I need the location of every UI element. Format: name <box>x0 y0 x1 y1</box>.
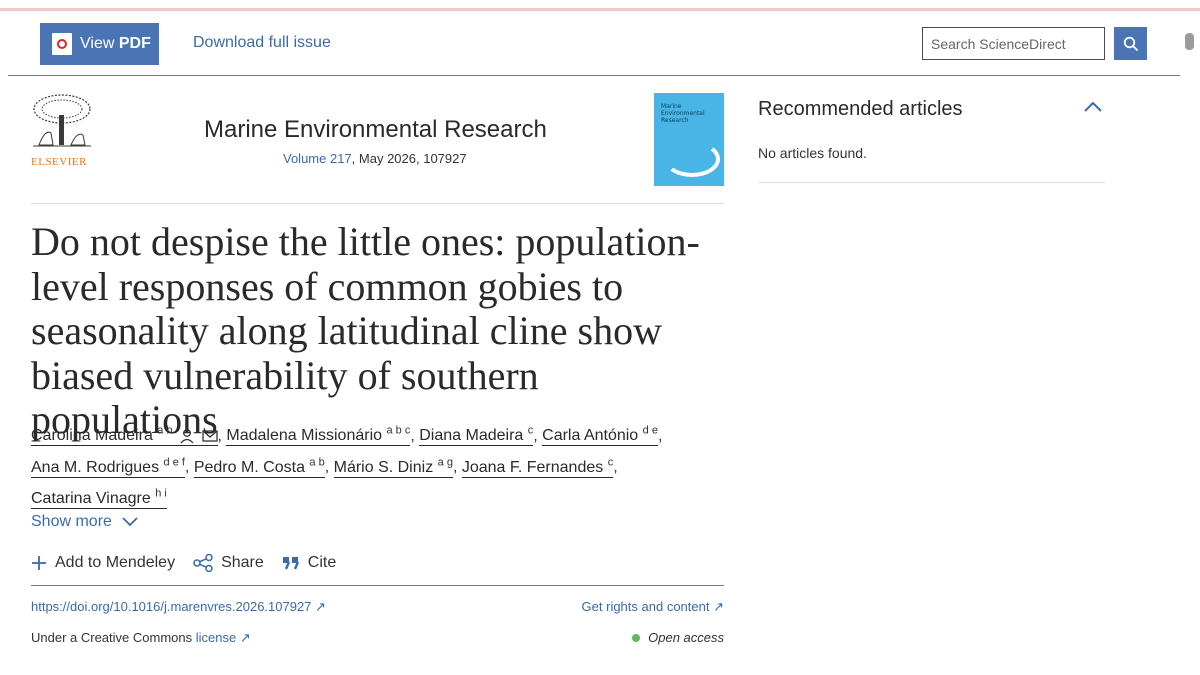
article-title: Do not despise the little ones: populati… <box>31 219 700 442</box>
search-button[interactable] <box>1114 27 1147 60</box>
add-to-mendeley-button[interactable]: Add to Mendeley <box>31 554 175 572</box>
recommended-collapse-button[interactable] <box>1084 100 1102 118</box>
view-pdf-label: View PDF <box>80 35 151 52</box>
quote-icon <box>282 557 299 570</box>
author-link[interactable]: Madalena Missionário a b c <box>226 425 411 447</box>
author-link[interactable]: Pedro M. Costa a b <box>193 456 325 478</box>
journal-title-link[interactable]: Marine Environmental Research <box>204 116 547 144</box>
share-button[interactable]: Share <box>193 554 264 572</box>
author-link[interactable]: Joana F. Fernandes c <box>461 456 614 478</box>
recommended-empty-message: No articles found. <box>758 145 867 161</box>
show-more-label: Show more <box>31 513 112 530</box>
elsevier-logo[interactable]: ELSEVIER <box>31 93 93 168</box>
cite-label: Cite <box>307 554 337 571</box>
author-link[interactable]: Ana M. Rodrigues d e f <box>31 456 185 478</box>
license-prefix: Under a Creative Commons <box>31 630 193 645</box>
top-accent-bar <box>0 8 1200 11</box>
search-input[interactable] <box>922 27 1105 60</box>
license-line: Under a Creative Commons license ↗ <box>31 630 251 646</box>
scrollbar-thumb[interactable] <box>1185 33 1194 50</box>
divider <box>758 182 1105 183</box>
top-toolbar: View PDF Download full issue <box>8 12 1180 76</box>
issue-details: , May 2026, 107927 <box>351 151 467 166</box>
external-link-icon: ↗ <box>713 599 724 614</box>
author-link[interactable]: Carolina Madeira a b <box>31 425 218 447</box>
author-link[interactable]: Mário S. Diniz a g <box>333 456 453 478</box>
download-full-issue-link[interactable]: Download full issue <box>193 34 331 52</box>
person-icon <box>180 429 194 444</box>
recommended-articles-heading: Recommended articles <box>758 98 963 120</box>
share-label: Share <box>221 554 264 571</box>
divider <box>31 585 724 586</box>
article-actions: Add to Mendeley Share Cite <box>31 554 336 572</box>
author-link[interactable]: Diana Madeira c <box>419 425 534 447</box>
chevron-up-icon <box>1084 101 1102 112</box>
view-pdf-button[interactable]: View PDF <box>40 23 159 65</box>
plus-icon <box>32 556 46 570</box>
license-link[interactable]: license ↗ <box>196 630 251 645</box>
external-link-icon: ↗ <box>239 630 251 645</box>
volume-link[interactable]: Volume 217 <box>283 151 352 166</box>
cover-wave-graphic <box>664 141 720 177</box>
cover-title: Marine Environmental Research <box>661 103 705 124</box>
author-link[interactable]: Catarina Vinagre h i <box>31 488 167 509</box>
elsevier-tree-icon <box>33 94 91 147</box>
elsevier-wordmark: ELSEVIER <box>31 156 87 168</box>
author-list: Carolina Madeira a b , Madalena Missioná… <box>31 425 663 509</box>
show-more-button[interactable]: Show more <box>31 513 138 531</box>
chevron-down-icon <box>122 517 138 527</box>
get-rights-link[interactable]: Get rights and content ↗ <box>582 599 724 615</box>
share-icon <box>193 554 213 572</box>
add-to-mendeley-label: Add to Mendeley <box>55 554 176 571</box>
cite-button[interactable]: Cite <box>282 554 336 572</box>
divider <box>31 203 724 204</box>
journal-cover-image[interactable]: Marine Environmental Research <box>654 93 724 186</box>
search-icon <box>1123 36 1138 51</box>
external-link-icon: ↗ <box>315 599 326 614</box>
open-access-badge: Open access <box>632 630 724 645</box>
journal-issue-info: Volume 217, May 2026, 107927 <box>283 151 467 166</box>
open-access-dot-icon <box>632 633 641 642</box>
open-access-label: Open access <box>648 630 724 645</box>
doi-link[interactable]: https://doi.org/10.1016/j.marenvres.2026… <box>31 599 326 615</box>
author-link[interactable]: Carla António d e <box>542 425 658 447</box>
pdf-icon <box>52 33 72 55</box>
email-icon <box>201 430 218 442</box>
